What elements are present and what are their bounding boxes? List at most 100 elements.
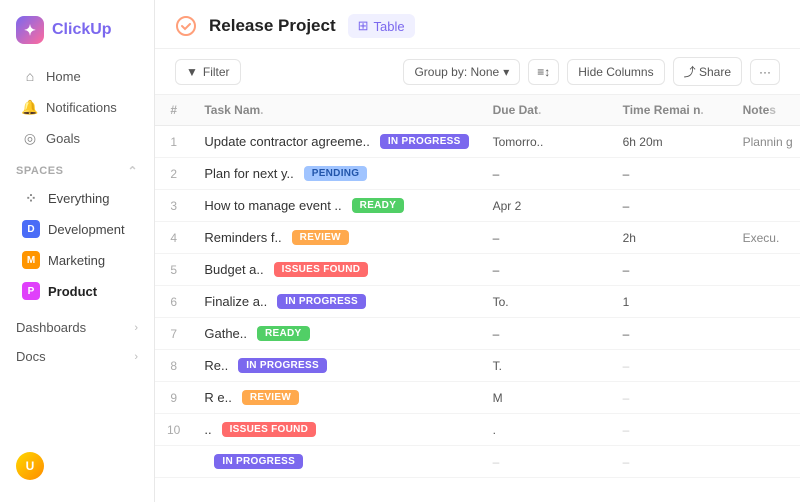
sidebar-item-home[interactable]: ⌂ Home: [6, 61, 148, 91]
table-row[interactable]: 5Budget a..ISSUES FOUND––: [155, 254, 800, 286]
notes-cell: Plannin g: [731, 126, 800, 158]
share-button[interactable]: ⤴ Share: [673, 57, 742, 86]
table-row[interactable]: 3How to manage event ..READYApr 2–: [155, 190, 800, 222]
task-name-cell: Budget a..ISSUES FOUND: [192, 254, 480, 286]
due-date-cell: M: [481, 382, 611, 414]
task-name: Plan for next y..: [204, 166, 293, 181]
view-label: Table: [374, 19, 405, 34]
sidebar: ✦ ClickUp ⌂ Home 🔔 Notifications ◎ Goals…: [0, 0, 155, 502]
table-row[interactable]: 7Gathe..READY––: [155, 318, 800, 350]
col-time-remaining: Time Remai n.: [611, 95, 731, 126]
sort-button[interactable]: ≡↕: [528, 59, 559, 85]
status-badge: IN PROGRESS: [214, 454, 303, 469]
table-view-tab[interactable]: ⊞ Table: [348, 14, 415, 38]
group-by-button[interactable]: Group by: None ▾: [403, 59, 520, 85]
sidebar-footer: U: [0, 442, 154, 490]
task-name: Gathe..: [204, 326, 247, 341]
table-row[interactable]: 10..ISSUES FOUND.–: [155, 414, 800, 446]
status-badge: ISSUES FOUND: [222, 422, 317, 437]
expand-icon[interactable]: ⌃: [127, 164, 138, 178]
col-num: #: [155, 95, 192, 126]
dropdown-icon: ▾: [503, 65, 509, 79]
task-name: Re..: [204, 358, 228, 373]
notes-cell: [731, 414, 800, 446]
time-remaining-cell: –: [611, 254, 731, 286]
table-body: 1Update contractor agreeme..IN PROGRESST…: [155, 126, 800, 478]
table-row[interactable]: 2Plan for next y..PENDING––: [155, 158, 800, 190]
chevron-right-icon: ›: [134, 322, 138, 334]
task-name: Budget a..: [204, 262, 263, 277]
time-remaining-cell: –: [611, 318, 731, 350]
sidebar-item-dashboards[interactable]: Dashboards ›: [0, 313, 154, 342]
sidebar-item-marketing[interactable]: M Marketing: [6, 245, 148, 275]
page-header: Release Project ⊞ Table: [155, 0, 800, 49]
col-due-date: Due Dat.: [481, 95, 611, 126]
sidebar-item-everything[interactable]: Everything: [6, 183, 148, 213]
notes-cell: [731, 286, 800, 318]
share-icon: ⤴: [684, 65, 696, 79]
task-name: Reminders f..: [204, 230, 281, 245]
status-badge: READY: [257, 326, 310, 341]
table-row[interactable]: 8Re..IN PROGRESST.–: [155, 350, 800, 382]
spaces-list: Everything D Development M Marketing P P…: [0, 182, 154, 307]
sort-icon: ≡↕: [537, 65, 550, 79]
hide-columns-button[interactable]: Hide Columns: [567, 59, 664, 85]
table-row[interactable]: 4Reminders f..REVIEW–2hExecu.: [155, 222, 800, 254]
spaces-section: Spaces ⌃: [0, 154, 154, 182]
sidebar-item-product[interactable]: P Product: [6, 276, 148, 306]
sidebar-item-development[interactable]: D Development: [6, 214, 148, 244]
row-num: [155, 446, 192, 478]
time-remaining-cell: –: [611, 158, 731, 190]
main-content: Release Project ⊞ Table ▼ Filter Group b…: [155, 0, 800, 502]
task-name: R e..: [204, 390, 231, 405]
notes-cell: [731, 158, 800, 190]
sidebar-item-notifications[interactable]: 🔔 Notifications: [6, 92, 148, 122]
more-icon: ···: [759, 65, 771, 79]
sidebar-item-goals[interactable]: ◎ Goals: [6, 123, 148, 153]
user-avatar[interactable]: U: [16, 452, 44, 480]
time-remaining-cell: –: [611, 446, 731, 478]
task-name-cell: Reminders f.. REVIEW: [192, 222, 480, 254]
due-date-cell: Tomorro..: [481, 126, 611, 158]
status-badge: READY: [352, 198, 405, 213]
time-remaining-cell: –: [611, 414, 731, 446]
home-icon: ⌂: [22, 68, 38, 84]
more-options-button[interactable]: ···: [750, 59, 780, 85]
task-name-cell: R e..REVIEW: [192, 382, 480, 414]
table-row[interactable]: 9R e..REVIEWM–: [155, 382, 800, 414]
filter-button[interactable]: ▼ Filter: [175, 59, 241, 85]
tasks-table: # Task Nam. Due Dat. Time Remai n. Notes…: [155, 95, 800, 478]
hide-columns-label: Hide Columns: [578, 65, 653, 79]
status-badge: REVIEW: [292, 230, 349, 245]
sidebar-item-label: Notifications: [46, 100, 117, 115]
page-title: Release Project: [209, 16, 336, 36]
sidebar-item-docs[interactable]: Docs ›: [0, 342, 154, 371]
group-by-label: Group by: None: [414, 65, 499, 79]
table-row[interactable]: IN PROGRESS ––: [155, 446, 800, 478]
table-row[interactable]: 1Update contractor agreeme..IN PROGRESST…: [155, 126, 800, 158]
docs-label: Docs: [16, 349, 46, 364]
filter-label: Filter: [203, 65, 230, 79]
space-label: Product: [48, 284, 97, 299]
task-name: Update contractor agreeme..: [204, 134, 369, 149]
due-date-cell: Apr 2: [481, 190, 611, 222]
time-remaining-cell: –: [611, 190, 731, 222]
row-num: 10: [155, 414, 192, 446]
space-icon-product: P: [22, 282, 40, 300]
due-date-cell: –: [481, 318, 611, 350]
app-logo[interactable]: ✦ ClickUp: [0, 12, 154, 60]
row-num: 9: [155, 382, 192, 414]
task-name-cell: Finalize a..IN PROGRESS: [192, 286, 480, 318]
time-remaining-cell: –: [611, 350, 731, 382]
project-icon: [175, 15, 197, 37]
due-date-cell: –: [481, 446, 611, 478]
status-badge: IN PROGRESS: [277, 294, 366, 309]
time-remaining-cell: 2h: [611, 222, 731, 254]
space-icon-marketing: M: [22, 251, 40, 269]
table-row[interactable]: 6Finalize a..IN PROGRESSTo.1: [155, 286, 800, 318]
row-num: 6: [155, 286, 192, 318]
notes-cell: [731, 254, 800, 286]
share-label: Share: [699, 65, 731, 79]
col-task-name: Task Nam.: [192, 95, 480, 126]
row-num: 8: [155, 350, 192, 382]
